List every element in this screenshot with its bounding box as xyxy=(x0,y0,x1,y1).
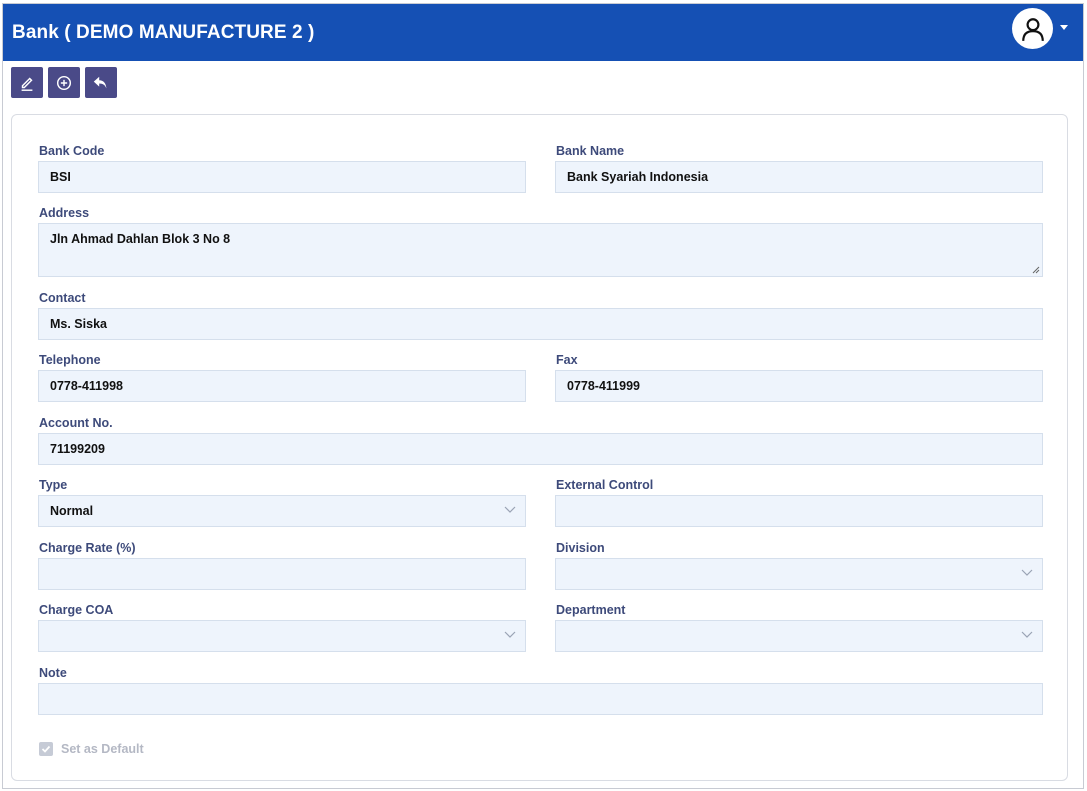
bank-code-label: Bank Code xyxy=(39,144,105,158)
type-value: Normal xyxy=(50,504,94,518)
bank-name-value: Bank Syariah Indonesia xyxy=(567,170,709,184)
add-button[interactable] xyxy=(48,67,80,98)
department-label: Department xyxy=(556,603,626,617)
contact-input[interactable]: Ms. Siska xyxy=(38,308,1043,340)
back-button[interactable] xyxy=(85,67,117,98)
department-select[interactable] xyxy=(555,620,1043,652)
resize-grip-icon[interactable] xyxy=(1032,266,1040,274)
chevron-down-icon xyxy=(504,631,516,638)
bank-code-value: BSI xyxy=(50,170,71,184)
bank-form-card: Bank Code BSI Bank Name Bank Syariah Ind… xyxy=(11,114,1068,781)
page-title: Bank ( DEMO MANUFACTURE 2 ) xyxy=(12,21,315,43)
bank-name-input[interactable]: Bank Syariah Indonesia xyxy=(555,161,1043,193)
toolbar xyxy=(11,67,117,98)
division-select[interactable] xyxy=(555,558,1043,590)
checkbox-box[interactable] xyxy=(39,742,53,756)
fax-label: Fax xyxy=(556,353,578,367)
telephone-input[interactable]: 0778-411998 xyxy=(38,370,526,402)
user-avatar[interactable] xyxy=(1012,8,1053,49)
bank-code-input[interactable]: BSI xyxy=(38,161,526,193)
address-value: Jln Ahmad Dahlan Blok 3 No 8 xyxy=(50,232,231,246)
charge-coa-select[interactable] xyxy=(38,620,526,652)
add-circle-icon xyxy=(56,75,72,90)
account-no-input[interactable]: 71199209 xyxy=(38,433,1043,465)
contact-value: Ms. Siska xyxy=(50,317,107,331)
charge-rate-input[interactable] xyxy=(38,558,526,590)
bank-name-label: Bank Name xyxy=(556,144,625,158)
address-label: Address xyxy=(39,206,90,220)
type-select[interactable]: Normal xyxy=(38,495,526,527)
external-control-input[interactable] xyxy=(555,495,1043,527)
set-as-default-checkbox[interactable]: Set as Default xyxy=(39,742,144,756)
chevron-down-icon xyxy=(1021,569,1033,576)
page-header: Bank ( DEMO MANUFACTURE 2 ) xyxy=(3,4,1083,61)
check-icon xyxy=(41,745,51,753)
type-label: Type xyxy=(39,478,68,492)
telephone-value: 0778-411998 xyxy=(50,379,123,393)
account-no-value: 71199209 xyxy=(50,442,105,456)
charge-coa-label: Charge COA xyxy=(39,603,114,617)
user-menu-caret-icon[interactable] xyxy=(1060,25,1068,30)
note-input[interactable] xyxy=(38,683,1043,715)
address-textarea[interactable]: Jln Ahmad Dahlan Blok 3 No 8 xyxy=(38,223,1043,277)
division-label: Division xyxy=(556,541,605,555)
fax-value: 0778-411999 xyxy=(567,379,640,393)
user-icon xyxy=(1021,17,1044,41)
set-as-default-label: Set as Default xyxy=(61,742,144,756)
undo-icon xyxy=(93,76,107,88)
contact-label: Contact xyxy=(39,291,86,305)
fax-input[interactable]: 0778-411999 xyxy=(555,370,1043,402)
charge-rate-label: Charge Rate (%) xyxy=(39,541,136,555)
telephone-label: Telephone xyxy=(39,353,101,367)
chevron-down-icon xyxy=(1021,631,1033,638)
chevron-down-icon xyxy=(504,506,516,513)
account-no-label: Account No. xyxy=(39,416,113,430)
note-label: Note xyxy=(39,666,67,680)
window-frame: Bank ( DEMO MANUFACTURE 2 ) Bank Code BS… xyxy=(2,3,1084,789)
edit-icon xyxy=(21,76,33,91)
external-control-label: External Control xyxy=(556,478,654,492)
edit-button[interactable] xyxy=(11,67,43,98)
